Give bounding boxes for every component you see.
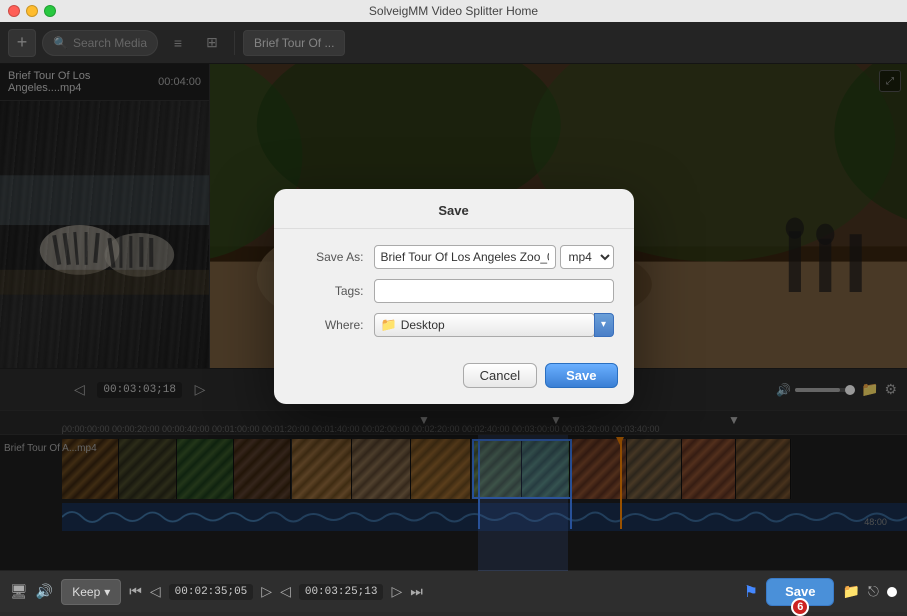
- dialog-save-button[interactable]: Save: [545, 363, 617, 388]
- start-time-display: 00:02:35;05: [169, 584, 254, 600]
- save-as-row: Save As: mp4: [294, 245, 614, 269]
- dialog-body: Save As: mp4 Tags: Where: 📁 Desktop: [274, 229, 634, 357]
- tags-input[interactable]: [374, 279, 614, 303]
- keep-dropdown-arrow: ▾: [104, 585, 110, 599]
- save-as-label: Save As:: [294, 250, 364, 264]
- save-as-dropdown[interactable]: mp4: [560, 245, 614, 269]
- save-dialog: Save Save As: mp4 Tags: Where: 📁: [274, 189, 634, 404]
- maximize-button[interactable]: [44, 5, 56, 17]
- where-select[interactable]: 📁 Desktop: [374, 313, 595, 337]
- save-button-wrap: Save 6: [766, 578, 834, 606]
- end-time-display: 00:03:25;13: [299, 584, 384, 600]
- in-point-icon[interactable]: ⏮: [129, 583, 142, 600]
- title-bar: SolveigMM Video Splitter Home: [0, 0, 907, 22]
- keep-button[interactable]: Keep ▾: [61, 579, 121, 605]
- nav-left2-icon[interactable]: ◁: [280, 583, 291, 600]
- window-controls: [8, 5, 56, 17]
- monitor-icon[interactable]: 🖥: [10, 583, 28, 600]
- close-button[interactable]: [8, 5, 20, 17]
- tags-row: Tags:: [294, 279, 614, 303]
- where-picker: 📁 Desktop ▾: [374, 313, 614, 337]
- modal-overlay: Save Save As: mp4 Tags: Where: 📁: [0, 22, 907, 570]
- export-icon[interactable]: ⎋: [868, 583, 879, 600]
- bottom-right-area: ⚑ Save 6 📁 ⎋: [744, 578, 897, 606]
- where-row: Where: 📁 Desktop ▾: [294, 313, 614, 337]
- folder-icon: 📁: [381, 317, 397, 333]
- white-dot: [887, 587, 897, 597]
- out-point-icon[interactable]: ⏭: [410, 583, 423, 600]
- where-value: Desktop: [401, 318, 445, 332]
- folder-bottom-icon[interactable]: 📁: [842, 583, 859, 600]
- app-title: SolveigMM Video Splitter Home: [369, 4, 538, 18]
- tags-label: Tags:: [294, 284, 364, 298]
- minimize-button[interactable]: [26, 5, 38, 17]
- where-dropdown-arrow[interactable]: ▾: [594, 313, 614, 337]
- keep-label: Keep: [72, 585, 100, 599]
- where-label: Where:: [294, 318, 364, 332]
- nav-right2-icon[interactable]: ▷: [391, 583, 402, 600]
- nav-right-icon[interactable]: ▷: [261, 583, 272, 600]
- audio-icon[interactable]: 🔊: [36, 583, 53, 600]
- save-as-input[interactable]: [374, 245, 556, 269]
- dialog-title: Save: [274, 189, 634, 229]
- flag-icon[interactable]: ⚑: [744, 582, 758, 602]
- bottom-bar: 🖥 🔊 Keep ▾ ⏮ ◁ 00:02:35;05 ▷ ◁ 00:03:25;…: [0, 570, 907, 612]
- dialog-footer: Cancel Save: [274, 357, 634, 388]
- cancel-button[interactable]: Cancel: [463, 363, 537, 388]
- badge-6: 6: [791, 598, 809, 616]
- nav-left-icon[interactable]: ◁: [150, 583, 161, 600]
